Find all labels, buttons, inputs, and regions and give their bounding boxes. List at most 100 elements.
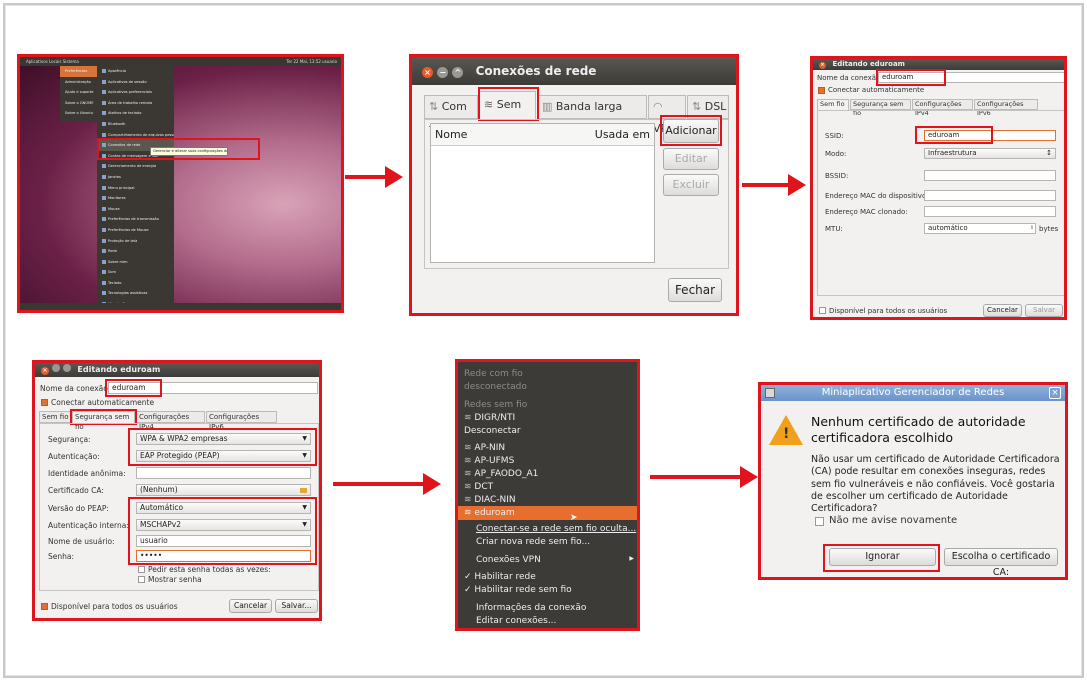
submenu-item[interactable]: Mouse (97, 204, 174, 215)
close-icon[interactable]: × (41, 367, 49, 375)
network-item[interactable]: ≋ DIAC-NIN (464, 495, 516, 505)
minimize-icon[interactable]: − (437, 67, 449, 78)
menu-item-admin[interactable]: Administração (60, 77, 97, 88)
mac-label: Endereço MAC do dispositivo: (825, 192, 929, 200)
submenu-item[interactable]: Atalhos de teclado (97, 108, 174, 119)
network-item[interactable]: ≋ AP-UFMS (464, 456, 514, 466)
submenu-item[interactable]: Janelas (97, 172, 174, 183)
submenu-item[interactable]: Área de trabalho remota (97, 98, 174, 109)
network-item[interactable]: ≋ DCT (464, 482, 493, 492)
network-item[interactable]: ≋ AP_FAODO_A1 (464, 469, 538, 479)
submenu-item[interactable]: Aplicativos preferenciais (97, 87, 174, 98)
mtu-spinner[interactable]: ⇕ (1028, 223, 1036, 234)
ask-password-checkbox[interactable] (138, 566, 145, 573)
submenu-item[interactable]: Rede (97, 246, 174, 257)
connection-list[interactable]: Nome Usada em (430, 123, 655, 263)
folder-icon (300, 488, 307, 493)
submenu-item[interactable]: Preferências de transmissão (97, 214, 174, 225)
ca-label: Certificado CA: (48, 486, 104, 495)
vpn-item[interactable]: Conexões VPN ▶ (476, 555, 636, 565)
mac-field[interactable] (924, 190, 1056, 201)
submenu-item[interactable]: Som (97, 267, 174, 278)
network-item-selected[interactable]: ≋ eduroam (458, 506, 637, 520)
menu-item-about-ubuntu[interactable]: Sobre o Ubuntu (60, 108, 97, 119)
auto-connect-checkbox[interactable] (41, 399, 48, 406)
submenu-item[interactable]: Preferências de Mouse (97, 225, 174, 236)
tab-ipv6[interactable]: Configurações IPv6 (206, 411, 277, 431)
maximize-icon[interactable]: ^ (452, 67, 464, 78)
submenu-item[interactable]: Monitores (97, 193, 174, 204)
close-button[interactable]: Fechar (668, 278, 722, 302)
menu-item-about-gnome[interactable]: Sobre o GNOME (60, 98, 97, 109)
hidden-network-item[interactable]: Conectar-se a rede sem fio oculta... (476, 524, 636, 534)
auto-connect-label: Conectar automaticamente (51, 398, 155, 407)
anon-identity-field[interactable] (136, 467, 311, 479)
mode-label: Modo: (825, 150, 847, 158)
close-icon[interactable]: × (819, 62, 826, 69)
current-network[interactable]: ≋ DIGR/NTI (464, 413, 515, 423)
highlight-security-auth (128, 428, 317, 466)
edit-connections-item[interactable]: Editar conexões... (476, 616, 556, 626)
submenu-item[interactable]: Sobre mim (97, 257, 174, 268)
tab-wireless[interactable]: Sem fio (817, 99, 849, 110)
dialog-title: Miniaplicativo Gerenciador de Redes (821, 387, 1005, 398)
tab-ipv4[interactable]: Configurações IPv4 (136, 411, 205, 431)
app-icon (765, 388, 775, 398)
enable-wireless-item[interactable]: ✓ Habilitar rede sem fio (464, 585, 572, 595)
submenu-item[interactable]: Proteção de tela (97, 236, 174, 247)
submenu-item[interactable]: Aplicativos de sessão (97, 77, 174, 88)
enable-network-item[interactable]: ✓ Habilitar rede (464, 572, 536, 582)
top-panel-menus[interactable]: Aplicativos Locais Sistema (20, 59, 79, 64)
mouse-cursor-icon: ➤ (570, 513, 578, 523)
submenu-item[interactable]: Bluetooth (97, 119, 174, 130)
close-icon[interactable]: × (1049, 387, 1061, 399)
auto-connect-checkbox[interactable] (818, 87, 825, 94)
all-users-checkbox[interactable] (41, 603, 48, 610)
tab-wireless[interactable]: Sem fio (39, 411, 71, 423)
mode-combo[interactable]: Infraestrutura ↕ (924, 148, 1056, 159)
tab-ipv4[interactable]: Configurações IPv4 (912, 99, 973, 117)
save-button[interactable]: Salvar... (275, 599, 318, 613)
submenu-item[interactable]: Menu principal (97, 183, 174, 194)
cancel-button[interactable]: Cancelar (229, 599, 272, 613)
submenu-item[interactable]: Teclado (97, 278, 174, 289)
new-network-item[interactable]: Criar nova rede sem fio... (476, 537, 590, 547)
edit-button[interactable]: Editar (663, 148, 719, 170)
bssid-field[interactable] (924, 170, 1056, 181)
network-item[interactable]: ≋ AP-NIN (464, 443, 505, 453)
menu-item-help[interactable]: Ajuda e suporte (60, 87, 97, 98)
ca-chooser[interactable]: (Nenhum) (136, 484, 311, 496)
show-password-checkbox[interactable] (138, 576, 145, 583)
save-button[interactable]: Salvar (1025, 304, 1063, 317)
all-users-checkbox[interactable] (819, 307, 826, 314)
choose-ca-button[interactable]: Escolha o certificado CA: (944, 548, 1058, 577)
cloned-mac-field[interactable] (924, 206, 1056, 217)
tab-wireless-security[interactable]: Segurança sem fio (850, 99, 911, 117)
ssid-label: SSID: (825, 132, 844, 140)
menu-item-preferences[interactable]: Preferências (60, 66, 97, 77)
name-label: Nome da conexão: (40, 384, 111, 393)
col-name[interactable]: Nome (431, 128, 467, 141)
username-label: Nome de usuário: (48, 537, 115, 546)
submenu-item[interactable]: Aparência (97, 66, 174, 77)
col-used[interactable]: Usada em (595, 124, 650, 146)
panel-edit-security: × Editando eduroam Nome da conexão: edur… (32, 360, 322, 621)
close-icon[interactable]: × (422, 67, 433, 78)
tab-ipv6[interactable]: Configurações IPv6 (974, 99, 1038, 117)
minimize-icon[interactable] (51, 364, 60, 372)
lock-icon: ◠ (653, 100, 663, 113)
maximize-icon[interactable] (62, 364, 71, 372)
delete-button[interactable]: Excluir (663, 174, 719, 196)
auto-connect-label: Conectar automaticamente (828, 86, 925, 94)
show-password-label: Mostrar senha (148, 575, 202, 584)
submenu-item[interactable]: Tecnologias assistivas (97, 288, 174, 299)
connection-info-item[interactable]: Informações da conexão (476, 603, 586, 613)
arrow-1 (345, 166, 403, 188)
submenu-item[interactable]: Gerenciamento de energia (97, 161, 174, 172)
no-ask-checkbox[interactable] (815, 517, 824, 526)
tab-wired[interactable]: ⇅ Com fio (424, 95, 478, 135)
tab-mobile[interactable]: ▥ Banda larga móvel (537, 95, 647, 135)
mtu-field[interactable]: automático (924, 223, 1036, 234)
disconnect-item[interactable]: Desconectar (464, 426, 521, 436)
cancel-button[interactable]: Cancelar (983, 304, 1022, 317)
